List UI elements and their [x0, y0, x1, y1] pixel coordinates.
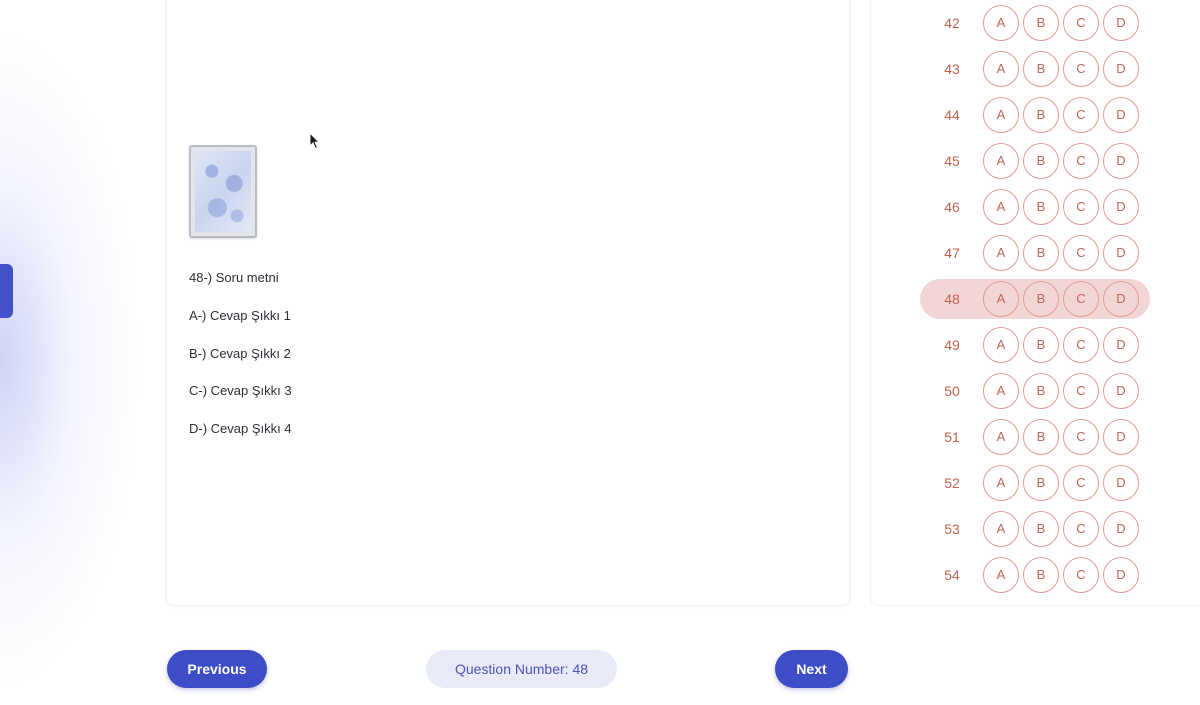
answer-row-number: 44 — [944, 107, 960, 123]
answer-option-a: A-) Cevap Şıkkı 1 — [189, 308, 291, 323]
answer-bubble-a[interactable]: A — [983, 419, 1019, 455]
answer-row-number: 47 — [944, 245, 960, 261]
question-image-thumbnail[interactable] — [189, 145, 257, 238]
answer-bubble-b[interactable]: B — [1023, 327, 1059, 363]
answer-row-number: 50 — [944, 383, 960, 399]
answer-bubble-c[interactable]: C — [1063, 419, 1099, 455]
answer-bubble-b[interactable]: B — [1023, 97, 1059, 133]
answer-row-42: 42 A B C D — [920, 3, 1150, 43]
answer-bubble-d[interactable]: D — [1103, 327, 1139, 363]
answer-bubble-c[interactable]: C — [1063, 5, 1099, 41]
answer-bubble-a[interactable]: A — [983, 235, 1019, 271]
answer-bubble-c[interactable]: C — [1063, 143, 1099, 179]
answer-bubble-c[interactable]: C — [1063, 373, 1099, 409]
answer-bubble-a[interactable]: A — [983, 5, 1019, 41]
answer-bubble-c[interactable]: C — [1063, 97, 1099, 133]
answer-row-54: 54 A B C D — [920, 555, 1150, 595]
answer-bubble-a[interactable]: A — [983, 511, 1019, 547]
next-button[interactable]: Next — [775, 650, 848, 688]
question-stem: 48-) Soru metni — [189, 270, 279, 285]
answer-bubble-a[interactable]: A — [983, 51, 1019, 87]
answer-row-52: 52 A B C D — [920, 463, 1150, 503]
answer-bubble-b[interactable]: B — [1023, 143, 1059, 179]
answer-row-45: 45 A B C D — [920, 141, 1150, 181]
question-image — [195, 151, 251, 232]
answer-row-number: 48 — [944, 291, 960, 307]
answer-row-number: 52 — [944, 475, 960, 491]
answer-row-48: 48 A B C D — [920, 279, 1150, 319]
question-number-indicator: Question Number: 48 — [426, 650, 617, 688]
answer-bubble-b[interactable]: B — [1023, 5, 1059, 41]
answer-bubble-b[interactable]: B — [1023, 51, 1059, 87]
answer-row-number: 46 — [944, 199, 960, 215]
answer-bubble-a[interactable]: A — [983, 189, 1019, 225]
answer-bubble-a[interactable]: A — [983, 97, 1019, 133]
answer-bubble-b[interactable]: B — [1023, 189, 1059, 225]
answer-bubble-a[interactable]: A — [983, 465, 1019, 501]
answer-bubble-a[interactable]: A — [983, 281, 1019, 317]
answer-bubble-b[interactable]: B — [1023, 511, 1059, 547]
answer-row-number: 54 — [944, 567, 960, 583]
answer-row-50: 50 A B C D — [920, 371, 1150, 411]
answer-option-d: D-) Cevap Şıkkı 4 — [189, 421, 292, 436]
answer-bubble-b[interactable]: B — [1023, 373, 1059, 409]
answer-bubble-d[interactable]: D — [1103, 281, 1139, 317]
answer-bubble-c[interactable]: C — [1063, 465, 1099, 501]
question-card — [166, 0, 850, 606]
answer-row-number: 49 — [944, 337, 960, 353]
answer-bubble-b[interactable]: B — [1023, 557, 1059, 593]
answer-option-b: B-) Cevap Şıkkı 2 — [189, 346, 291, 361]
answer-bubble-a[interactable]: A — [983, 373, 1019, 409]
answer-bubble-a[interactable]: A — [983, 327, 1019, 363]
answer-row-44: 44 A B C D — [920, 95, 1150, 135]
answer-bubble-d[interactable]: D — [1103, 373, 1139, 409]
answer-row-number: 53 — [944, 521, 960, 537]
answer-bubble-d[interactable]: D — [1103, 97, 1139, 133]
answer-bubble-d[interactable]: D — [1103, 235, 1139, 271]
answer-bubble-c[interactable]: C — [1063, 235, 1099, 271]
answer-bubble-d[interactable]: D — [1103, 511, 1139, 547]
answer-bubble-d[interactable]: D — [1103, 143, 1139, 179]
answer-bubble-c[interactable]: C — [1063, 281, 1099, 317]
answer-row-46: 46 A B C D — [920, 187, 1150, 227]
answer-bubble-c[interactable]: C — [1063, 557, 1099, 593]
answer-row-49: 49 A B C D — [920, 325, 1150, 365]
answer-row-number: 45 — [944, 153, 960, 169]
answer-bubble-c[interactable]: C — [1063, 189, 1099, 225]
answer-bubble-d[interactable]: D — [1103, 465, 1139, 501]
answer-bubble-c[interactable]: C — [1063, 51, 1099, 87]
answer-bubble-a[interactable]: A — [983, 143, 1019, 179]
answer-bubble-b[interactable]: B — [1023, 281, 1059, 317]
mouse-pointer-icon — [309, 132, 321, 150]
answer-row-number: 42 — [944, 15, 960, 31]
answer-bubble-c[interactable]: C — [1063, 511, 1099, 547]
answer-bubble-c[interactable]: C — [1063, 327, 1099, 363]
answer-bubble-b[interactable]: B — [1023, 419, 1059, 455]
answer-bubble-b[interactable]: B — [1023, 235, 1059, 271]
sidebar-toggle-tab[interactable] — [0, 264, 13, 318]
answer-bubble-d[interactable]: D — [1103, 189, 1139, 225]
answer-row-number: 43 — [944, 61, 960, 77]
answer-row-53: 53 A B C D — [920, 509, 1150, 549]
answer-row-43: 43 A B C D — [920, 49, 1150, 89]
answer-option-c: C-) Cevap Şıkkı 3 — [189, 383, 292, 398]
background-glow — [0, 0, 170, 705]
answer-bubble-d[interactable]: D — [1103, 51, 1139, 87]
answer-bubble-a[interactable]: A — [983, 557, 1019, 593]
answer-row-number: 51 — [944, 429, 960, 445]
answer-bubble-d[interactable]: D — [1103, 5, 1139, 41]
answer-bubble-b[interactable]: B — [1023, 465, 1059, 501]
answer-bubble-d[interactable]: D — [1103, 557, 1139, 593]
previous-button[interactable]: Previous — [167, 650, 267, 688]
answer-row-51: 51 A B C D — [920, 417, 1150, 457]
answer-row-47: 47 A B C D — [920, 233, 1150, 273]
answer-bubble-d[interactable]: D — [1103, 419, 1139, 455]
